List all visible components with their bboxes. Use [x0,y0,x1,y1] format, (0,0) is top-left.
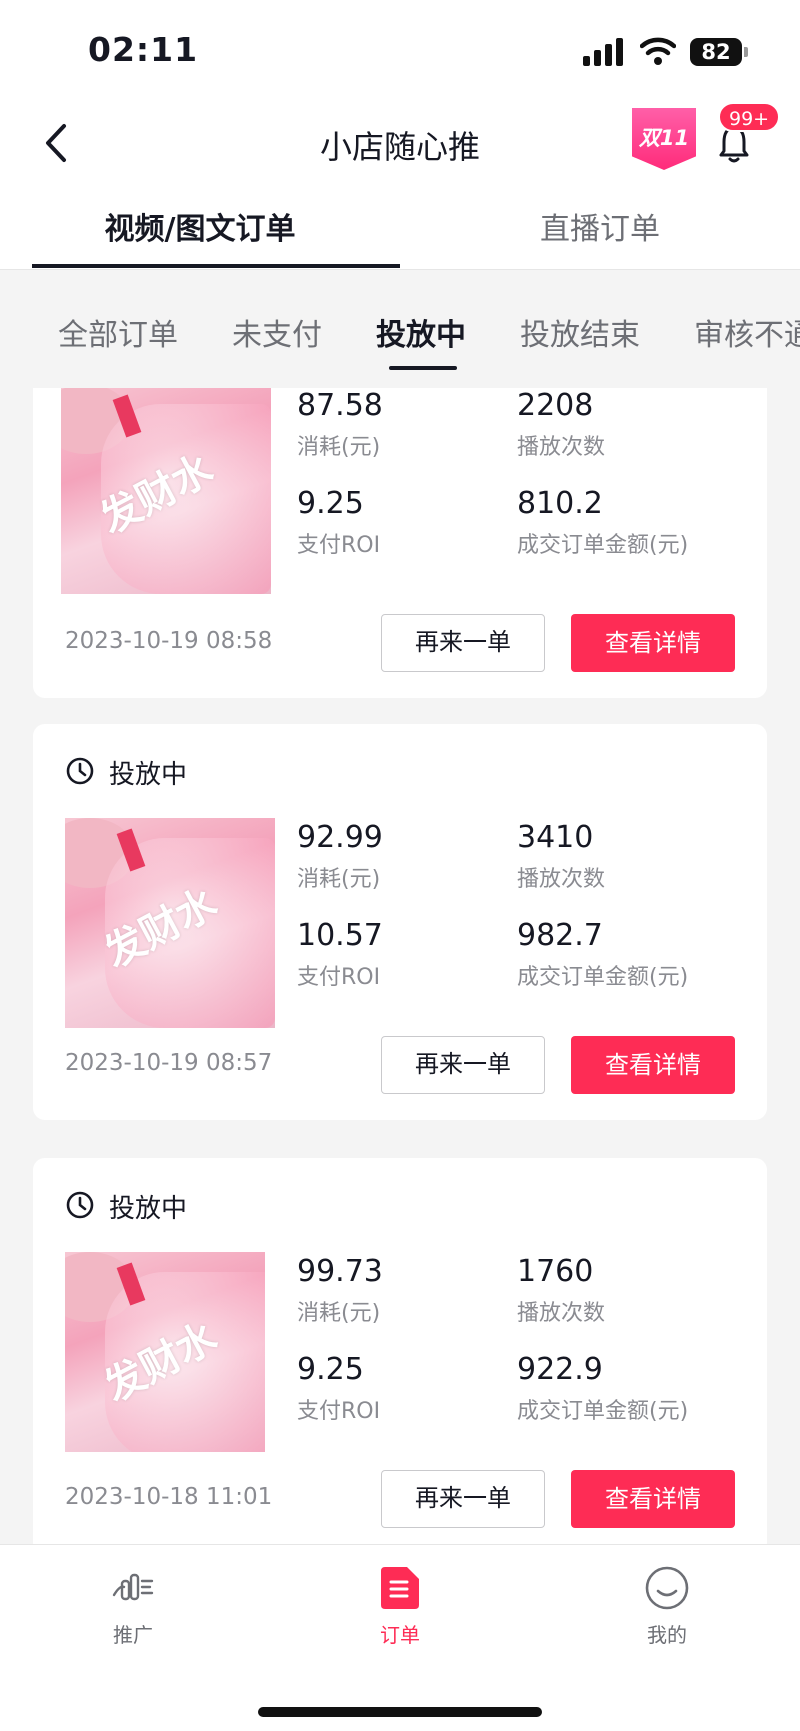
roi-label: 支付ROI [297,1399,381,1424]
promote-icon [112,1573,154,1601]
profile-icon [645,1566,689,1610]
metric-spend: 87.58 消耗(元) [297,388,383,461]
status-time: 02:11 [88,30,199,69]
metric-plays: 1760 播放次数 [517,1254,605,1327]
status-text: 投放中 [109,1194,188,1224]
plays-value: 1760 [517,1254,594,1289]
video-thumbnail[interactable]: 发财水 [61,388,271,594]
notification-badge: 99+ [718,102,781,132]
order-card: 投放中 发财水 92.99 消耗(元) 3410 播放次数 10.57 支付RO… [33,724,767,1120]
bottom-nav-profile[interactable]: 我的 [607,1565,727,1648]
plays-label: 播放次数 [517,435,606,460]
video-thumbnail[interactable]: 发财水 [65,1252,265,1452]
reorder-button[interactable]: 再来一单 [381,614,545,672]
metric-gmv: 922.9 成交订单金额(元) [517,1352,688,1425]
main-tabs: 视频/图文订单 直播订单 [0,184,800,270]
status-filter-tabs: 全部订单 未支付 投放中 投放结束 审核不通过 [0,270,800,388]
spend-value: 87.58 [297,388,383,423]
view-details-button[interactable]: 查看详情 [571,1036,735,1094]
order-card: 投放中 发财水 99.73 消耗(元) 1760 播放次数 9.25 支付ROI… [33,1158,767,1544]
main-tab-indicator [32,264,400,268]
plays-label: 播放次数 [517,867,606,892]
spend-value: 99.73 [297,1254,383,1289]
bottom-nav-promote[interactable]: 推广 [73,1565,193,1648]
reorder-button[interactable]: 再来一单 [381,1036,545,1094]
wifi-icon [640,37,676,65]
metric-plays: 2208 播放次数 [517,388,605,461]
promo-text: 双11 [638,126,690,150]
subtab-unpaid[interactable]: 未支付 [232,310,322,354]
metric-spend: 99.73 消耗(元) [297,1254,383,1327]
battery-indicator: 82 [690,38,748,66]
bottom-nav-label: 我的 [647,1623,687,1647]
metric-roi: 9.25 支付ROI [297,486,380,559]
clock-icon [66,1191,94,1219]
gmv-value: 982.7 [517,918,603,953]
spend-label: 消耗(元) [297,867,381,892]
bottom-nav-orders[interactable]: 订单 [340,1565,460,1648]
status-text: 投放中 [109,760,188,790]
order-date: 2023-10-19 08:57 [65,1050,273,1076]
plays-value: 2208 [517,388,594,423]
roi-value: 9.25 [297,486,364,521]
subtab-rejected[interactable]: 审核不通过 [694,310,800,354]
gmv-label: 成交订单金额(元) [517,533,689,558]
roi-label: 支付ROI [297,533,381,558]
video-thumbnail[interactable]: 发财水 [65,818,275,1028]
metric-roi: 9.25 支付ROI [297,1352,380,1425]
roi-value: 10.57 [297,918,383,953]
tab-live-orders[interactable]: 直播订单 [400,204,800,248]
view-details-button[interactable]: 查看详情 [571,1470,735,1528]
tab-video-orders[interactable]: 视频/图文订单 [0,204,400,248]
metric-gmv: 982.7 成交订单金额(元) [517,918,688,991]
bottom-nav: 推广 订单 我的 [0,1544,800,1731]
order-date: 2023-10-19 08:58 [65,628,273,654]
spend-label: 消耗(元) [297,1301,381,1326]
double11-promo-badge[interactable]: 双11 [632,108,696,170]
nav-bar: 小店随心推 双11 99+ [0,102,800,184]
order-list[interactable]: 发财水 87.58 消耗(元) 2208 播放次数 9.25 支付ROI 810… [0,388,800,1544]
clock-icon [66,757,94,785]
spend-value: 92.99 [297,820,383,855]
subtab-all[interactable]: 全部订单 [58,310,178,354]
gmv-value: 810.2 [517,486,603,521]
gmv-value: 922.9 [517,1352,603,1387]
metric-spend: 92.99 消耗(元) [297,820,383,893]
subtab-indicator [389,366,457,370]
subtab-finished[interactable]: 投放结束 [520,310,640,354]
order-card: 发财水 87.58 消耗(元) 2208 播放次数 9.25 支付ROI 810… [33,388,767,698]
metric-plays: 3410 播放次数 [517,820,605,893]
plays-value: 3410 [517,820,594,855]
gmv-label: 成交订单金额(元) [517,965,689,990]
orders-icon [381,1567,419,1609]
plays-label: 播放次数 [517,1301,606,1326]
metric-gmv: 810.2 成交订单金额(元) [517,486,688,559]
status-bar: 02:11 82 [0,0,800,104]
bottom-nav-label: 订单 [380,1623,420,1647]
order-date: 2023-10-18 11:01 [65,1484,273,1510]
home-indicator [258,1707,542,1717]
gmv-label: 成交订单金额(元) [517,1399,689,1424]
spend-label: 消耗(元) [297,435,381,460]
subtab-running[interactable]: 投放中 [376,310,466,354]
view-details-button[interactable]: 查看详情 [571,614,735,672]
roi-label: 支付ROI [297,965,381,990]
roi-value: 9.25 [297,1352,364,1387]
metric-roi: 10.57 支付ROI [297,918,383,991]
bottom-nav-label: 推广 [113,1623,153,1647]
reorder-button[interactable]: 再来一单 [381,1470,545,1528]
signal-icon [583,38,625,66]
